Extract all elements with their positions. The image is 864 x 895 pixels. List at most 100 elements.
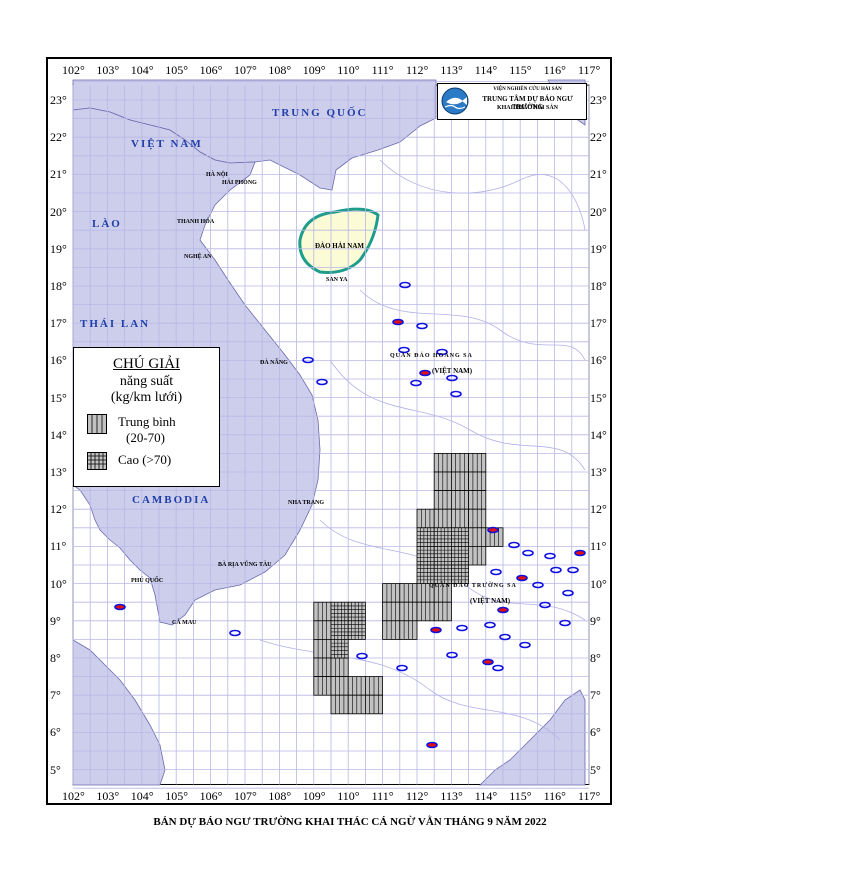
longitude-label: 110° — [337, 63, 360, 77]
latitude-label: 14° — [590, 427, 607, 442]
map-caption: BẢN DỰ BÁO NGƯ TRƯỜNG KHAI THÁC CÁ NGỪ V… — [153, 816, 547, 828]
reef-spot — [426, 741, 438, 749]
institute-logo-box: VIỆN NGHIÊN CỨU HẢI SẢN TRUNG TÂM DỰ BÁO… — [437, 83, 587, 120]
reef-spot — [487, 526, 499, 534]
longitude-label: 109° — [302, 789, 326, 803]
longitude-label: 111° — [371, 63, 394, 77]
latitude-label: 8° — [590, 651, 601, 665]
latitude-label: 6° — [590, 725, 601, 740]
place-label-nha-trang: NHA TRANG — [288, 500, 325, 506]
latitude-label: 15° — [590, 390, 607, 405]
forecast-cell-high — [433, 564, 452, 585]
country-label-china: TRUNG QUỐC — [272, 107, 368, 119]
legend-swatch-medium — [87, 414, 107, 434]
country-label-vietnam: VIỆT NAM — [131, 138, 203, 150]
legend-medium-range: (20-70) — [126, 430, 165, 445]
reef-spot — [482, 658, 494, 666]
forecast-cell-high — [450, 527, 469, 547]
legend-high-label: Cao (>70) — [118, 452, 172, 467]
place-label-ca-mau: CÀ MAU — [172, 620, 197, 626]
longitude-label: 109° — [302, 63, 326, 77]
longitude-label: 108° — [268, 789, 292, 803]
longitude-label: 112° — [406, 63, 429, 77]
latitude-label: 20° — [590, 204, 607, 219]
forecast-cell-high — [416, 564, 435, 585]
reef-spot — [114, 603, 126, 611]
latitude-label: 21° — [590, 167, 607, 182]
longitude-label: 117° — [578, 63, 601, 77]
place-label-nghe-an: NGHỆ AN — [184, 254, 212, 260]
place-label-hai-phong: HẢI PHÒNG — [222, 180, 257, 186]
longitude-label: 104° — [130, 789, 154, 803]
latitude-label: 23° — [590, 93, 607, 107]
legend-unit: (kg/km lưới) — [110, 390, 183, 405]
latitude-label: 21° — [50, 167, 67, 182]
latitude-label: 12° — [590, 502, 607, 517]
place-label-ba-ria: BÀ RỊA VŨNG TÀU — [218, 562, 272, 568]
place-label-phu-quoc: PHÚ QUỐC — [131, 578, 164, 584]
latitude-label: 15° — [50, 390, 67, 405]
latitude-label: 10° — [590, 576, 607, 591]
latitude-label: 22° — [50, 130, 67, 145]
longitude-label: 104° — [130, 63, 154, 77]
longitude-label: 106° — [199, 63, 223, 77]
longitude-label: 103° — [96, 63, 120, 77]
place-label-da-nang: ĐÀ NẴNG — [260, 360, 288, 366]
longitude-label: 103° — [96, 789, 120, 803]
country-label-cambodia: CAMBODIA — [132, 494, 211, 506]
longitude-label: 102° — [62, 789, 85, 803]
reef-spot — [574, 549, 586, 557]
place-label-dao-hai-nam: ĐẢO HẢI NAM — [315, 242, 364, 250]
longitude-label: 102° — [62, 63, 85, 77]
latitude-label: 16° — [590, 353, 607, 368]
legend: CHÚ GIẢI năng suất (kg/km lưới) Trung bì… — [73, 347, 220, 487]
logo-institute-name: VIỆN NGHIÊN CỨU HẢI SẢN — [493, 87, 562, 92]
longitude-label: 105° — [165, 789, 188, 803]
latitude-label: 7° — [590, 688, 601, 703]
longitude-label: 111° — [371, 789, 394, 803]
place-label-thanh-hoa: THANH HÓA — [177, 219, 215, 225]
longitude-label: 107° — [234, 789, 257, 803]
latitude-label: 19° — [50, 241, 67, 256]
archipelago-label-hoang-sa-country: (VIỆT NAM) — [432, 367, 473, 375]
forecast-cell-high — [330, 601, 349, 622]
latitude-label: 20° — [50, 204, 67, 219]
latitude-label: 19° — [590, 241, 607, 256]
latitude-label: 12° — [50, 502, 67, 517]
place-label-ha-noi: HÀ NỘI — [206, 172, 228, 178]
latitude-label: 13° — [50, 465, 67, 479]
longitude-label: 115° — [509, 789, 532, 803]
reef-spot — [516, 574, 528, 582]
forecast-cell-high — [416, 545, 435, 566]
longitude-label: 115° — [509, 63, 532, 77]
latitude-label: 10° — [50, 576, 67, 591]
archipelago-label-truong-sa-country: (VIỆT NAM) — [470, 597, 511, 605]
longitude-label: 105° — [165, 63, 188, 77]
latitude-label: 18° — [590, 279, 607, 293]
forecast-cell-high — [450, 564, 469, 585]
longitude-label: 113° — [440, 789, 463, 803]
longitude-label: 106° — [199, 789, 223, 803]
longitude-label: 113° — [440, 63, 463, 77]
latitude-label: 11° — [50, 539, 67, 554]
latitude-label: 9° — [590, 613, 601, 628]
latitude-label: 8° — [50, 651, 61, 665]
longitude-label: 108° — [268, 63, 292, 77]
forecast-cell-high — [330, 639, 349, 659]
longitude-label: 114° — [474, 63, 498, 77]
legend-medium-label: Trung bình — [118, 414, 176, 429]
longitude-label: 112° — [406, 789, 429, 803]
latitude-label: 17° — [590, 316, 607, 331]
archipelago-label-truong-sa: QUẦN ĐẢO TRƯỜNG SA — [429, 583, 517, 589]
latitude-label: 9° — [50, 613, 61, 628]
forecast-cell-high — [433, 527, 452, 547]
longitude-label: 114° — [474, 789, 498, 803]
latitude-label: 18° — [50, 279, 67, 293]
place-label-san-ya: SAN YA — [326, 277, 348, 283]
forecast-cell-high — [347, 601, 366, 622]
archipelago-label-hoang-sa: QUẦN ĐẢO HOÀNG SA — [390, 353, 473, 359]
country-label-laos: LÀO — [92, 218, 122, 230]
legend-subtitle: năng suất — [119, 374, 174, 389]
latitude-label: 6° — [50, 725, 61, 740]
latitude-label: 13° — [590, 465, 607, 479]
